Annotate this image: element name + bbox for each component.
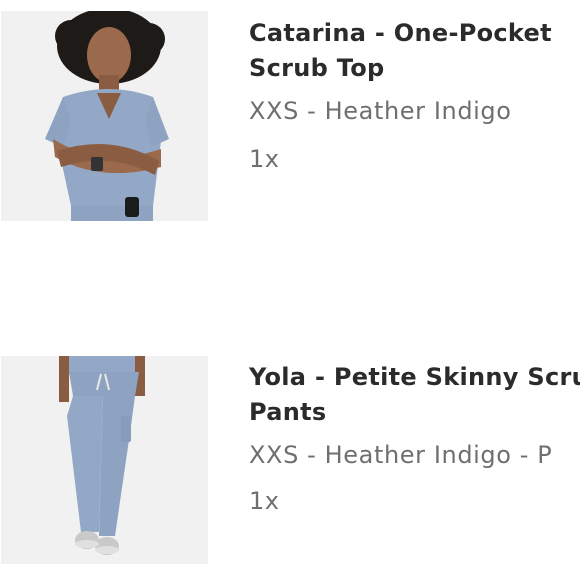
product-info: Catarina - One-Pocket Scrub Top XXS - He… bbox=[249, 16, 580, 176]
scrub-pants-photo-icon bbox=[1, 356, 208, 564]
product-image-scrub-top[interactable] bbox=[1, 11, 208, 221]
product-variant: XXS - Heather Indigo - P bbox=[249, 441, 553, 469]
cart-item[interactable]: Yola - Petite Skinny Scru Pants XXS - He… bbox=[0, 356, 580, 568]
scrub-top-photo-icon bbox=[1, 11, 208, 221]
product-title[interactable]: Catarina - One-Pocket Scrub Top bbox=[249, 16, 580, 86]
product-quantity: 1x bbox=[249, 487, 280, 515]
product-title[interactable]: Yola - Petite Skinny Scru Pants bbox=[249, 360, 580, 430]
product-variant: XXS - Heather Indigo bbox=[249, 97, 512, 125]
product-quantity: 1x bbox=[249, 145, 280, 173]
product-title-line-1: Catarina - One-Pocket bbox=[249, 19, 552, 47]
product-info: Yola - Petite Skinny Scru Pants XXS - He… bbox=[249, 360, 580, 518]
product-title-line-2: Scrub Top bbox=[249, 54, 385, 82]
product-title-line-1: Yola - Petite Skinny Scru bbox=[249, 363, 580, 391]
cart-items-page: Catarina - One-Pocket Scrub Top XXS - He… bbox=[0, 0, 580, 580]
product-image-scrub-pants[interactable] bbox=[1, 356, 208, 564]
product-title-line-2: Pants bbox=[249, 398, 327, 426]
cart-item[interactable]: Catarina - One-Pocket Scrub Top XXS - He… bbox=[0, 11, 580, 223]
